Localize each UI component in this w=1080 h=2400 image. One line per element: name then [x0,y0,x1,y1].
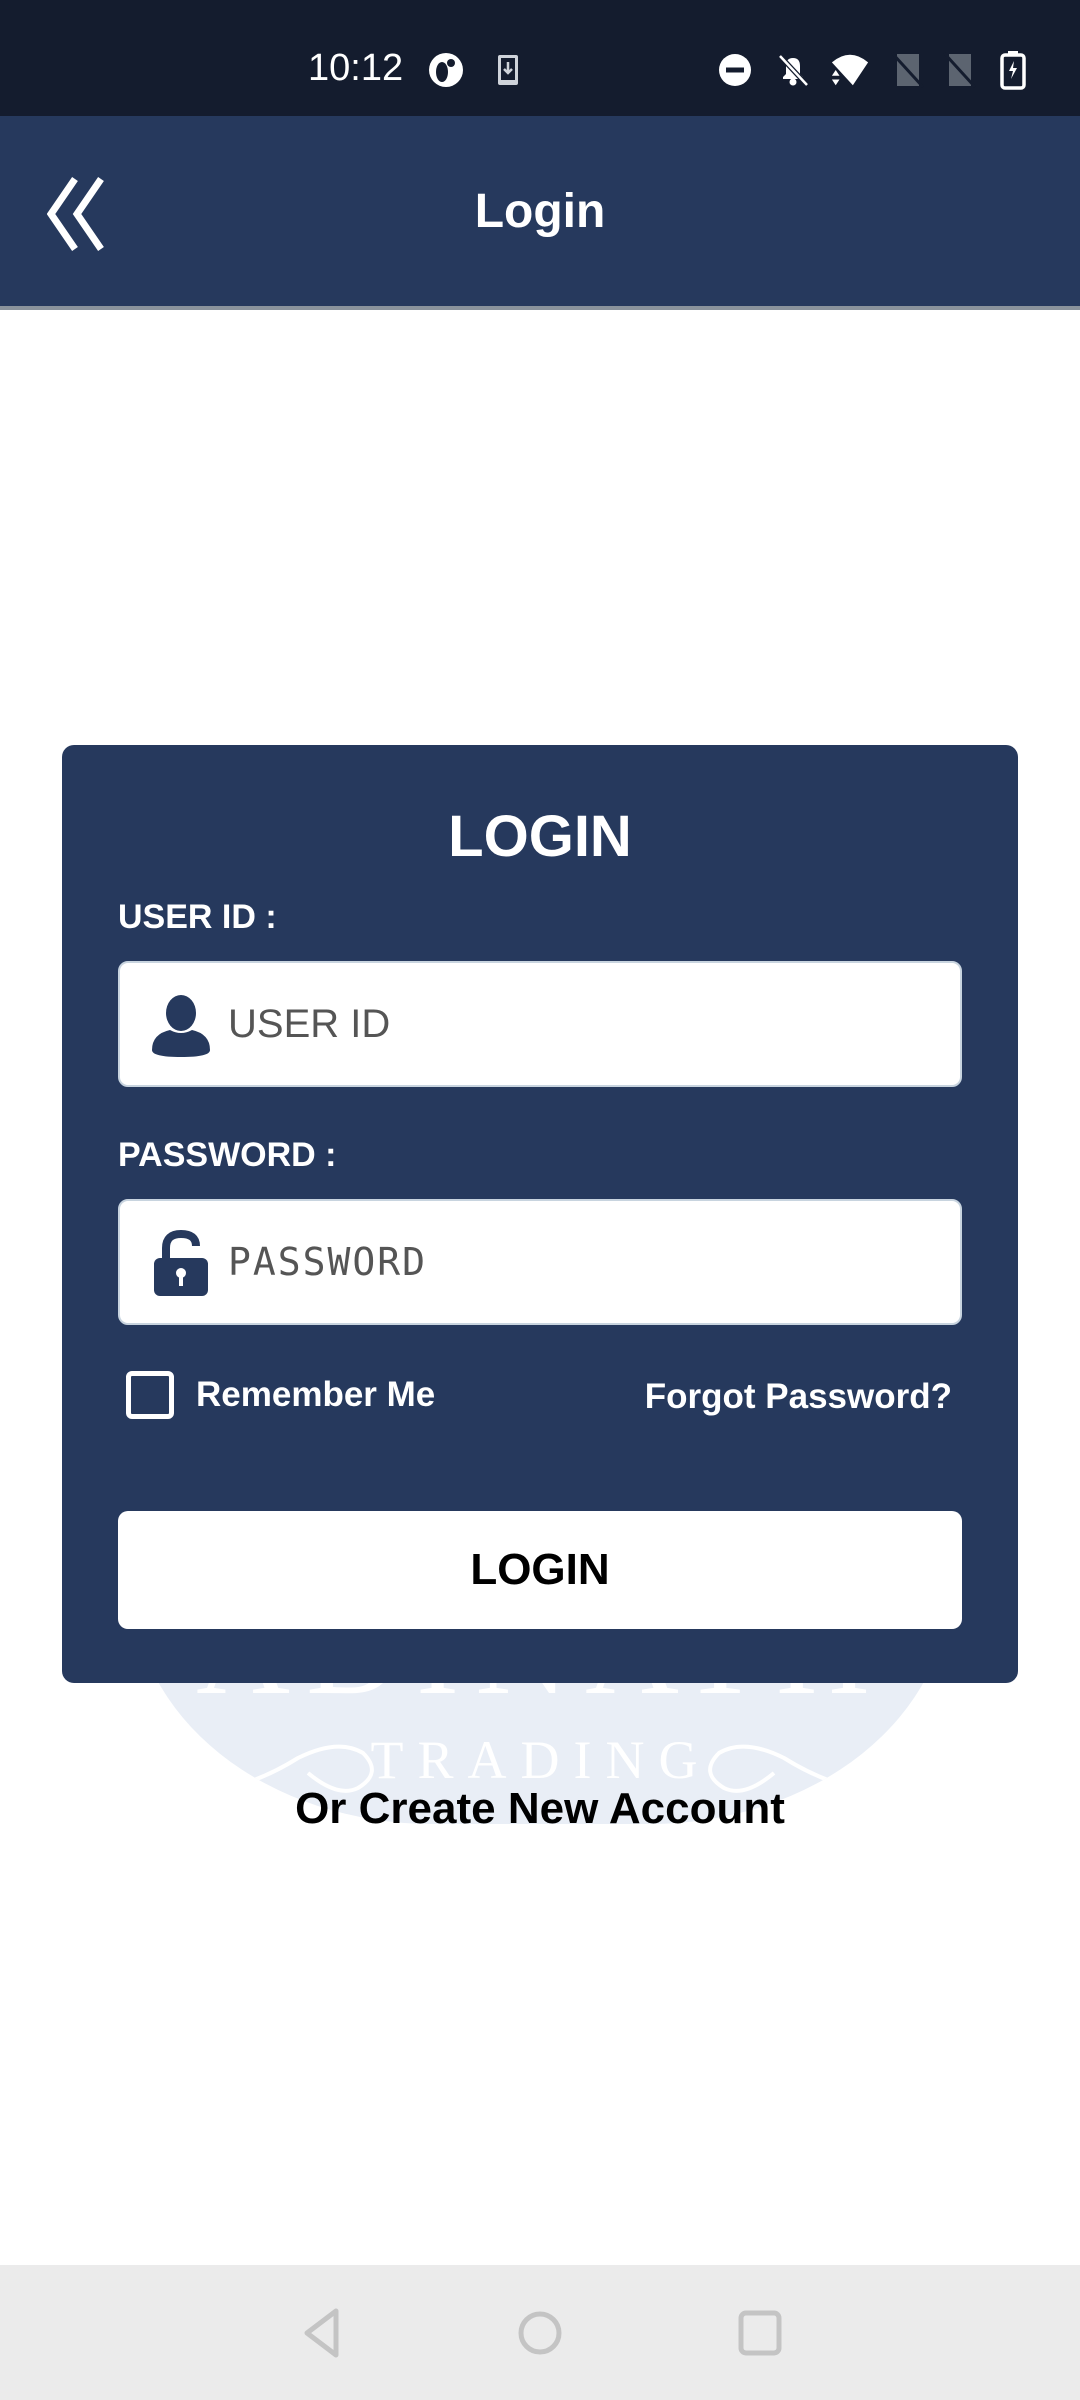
notifications-off-icon [773,50,813,90]
unlock-icon [146,1229,216,1299]
no-sim-icon [888,50,928,90]
login-heading: LOGIN [448,804,632,869]
battery-charging-icon [993,50,1033,90]
no-sim-icon [940,50,980,90]
remember-me-checkbox[interactable] [126,1371,174,1419]
user-icon [146,991,216,1061]
login-button[interactable]: LOGIN [118,1511,962,1629]
password-input[interactable] [228,1201,928,1323]
data-saver-icon [426,50,466,90]
password-label: PASSWORD : [118,1136,337,1174]
nav-recents-button[interactable] [730,2305,790,2365]
user-id-label: USER ID : [118,898,277,936]
page-title: Login [474,185,606,238]
do-not-disturb-icon [715,50,755,90]
user-id-field[interactable] [118,961,962,1087]
remember-me-label: Remember Me [196,1375,436,1414]
nav-home-button[interactable] [510,2305,570,2365]
download-icon [488,50,528,90]
login-card: LOGIN USER ID : PASSWORD : Remember Me F… [62,745,1018,1683]
square-recents-icon [738,2310,782,2361]
app-bar: Login [0,116,1080,310]
password-field[interactable] [118,1199,962,1325]
remember-me-toggle[interactable]: Remember Me [126,1365,435,1425]
nav-back-button[interactable] [292,2305,352,2365]
user-id-input[interactable] [228,963,928,1085]
status-bar: 10:12 [0,0,1080,116]
status-time: 10:12 [308,47,404,89]
forgot-password-link[interactable]: Forgot Password? [645,1377,952,1417]
system-nav-bar [0,2265,1080,2400]
create-account-link[interactable]: Or Create New Account [0,1784,1080,1834]
circle-home-icon [517,2310,563,2361]
wifi-icon [830,50,870,90]
triangle-back-icon [302,2308,342,2363]
